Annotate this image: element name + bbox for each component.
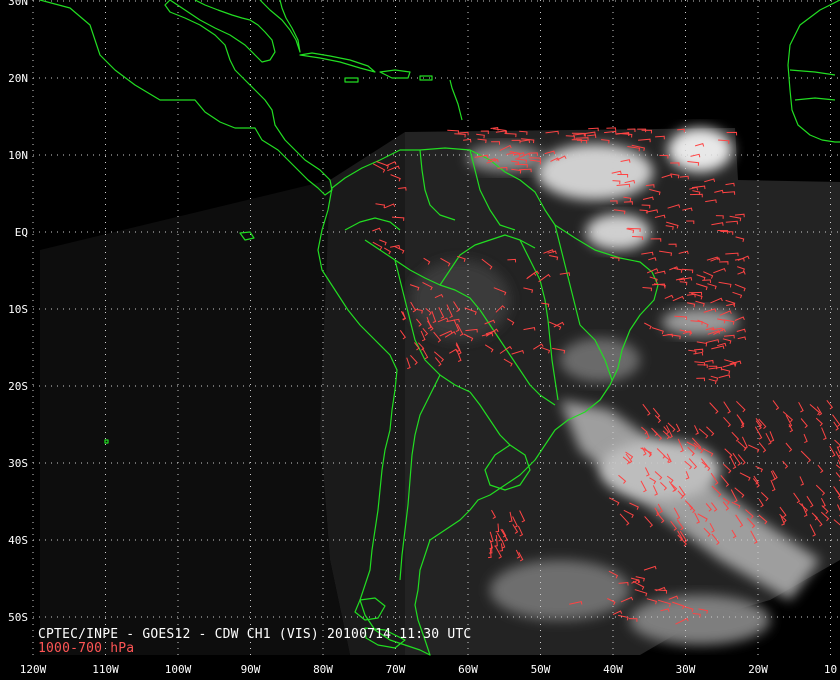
longitude-label: 90W <box>241 663 261 676</box>
jamaica-outline <box>344 77 359 83</box>
cloud-cluster <box>490 560 630 620</box>
longitude-label: 80W <box>313 663 333 676</box>
latitude-label: 10N <box>8 149 28 162</box>
longitude-label: 120W <box>20 663 47 676</box>
satellite-map: 30N 20N 10N EQ 10S 20S 30S 40S 50S 120W 110W 100W 9… <box>8 0 840 676</box>
longitude-labels: 120W 110W 100W 90W 80W 70W 60W 50W 40W 30W 20W 10 <box>20 663 837 676</box>
longitude-label: 10 <box>824 663 837 676</box>
longitude-label: 20W <box>748 663 768 676</box>
country-border <box>789 69 836 76</box>
cuba-outline <box>299 52 376 73</box>
latitude-labels: 30N 20N 10N EQ 10S 20S 30S 40S 50S <box>8 0 28 624</box>
longitude-label: 30W <box>676 663 696 676</box>
cloud-cluster <box>586 214 650 250</box>
caption-title: CPTEC/INPE - GOES12 - CDW CH1 (VIS) 2010… <box>38 627 472 642</box>
cloud-cluster <box>668 128 732 172</box>
latitude-label: 20N <box>8 72 28 85</box>
satellite-imagery <box>40 128 840 655</box>
latitude-label: 40S <box>8 534 28 547</box>
longitude-label: 50W <box>531 663 551 676</box>
longitude-label: 70W <box>386 663 406 676</box>
puerto-rico-outline <box>419 75 433 81</box>
hispaniola-outline <box>379 69 411 79</box>
longitude-label: 100W <box>165 663 192 676</box>
latitude-label: 30N <box>8 0 28 8</box>
latitude-label: 10S <box>8 303 28 316</box>
latitude-label: EQ <box>15 226 28 239</box>
latitude-label: 50S <box>8 611 28 624</box>
latitude-label: 30S <box>8 457 28 470</box>
florida-coastline <box>259 0 301 53</box>
longitude-label: 110W <box>92 663 119 676</box>
longitude-label: 40W <box>603 663 623 676</box>
country-border <box>794 97 836 101</box>
north-america-coastline <box>39 0 333 196</box>
satellite-map-view: 30N 20N 10N EQ 10S 20S 30S 40S 50S 120W 110W 100W 9… <box>0 0 840 680</box>
cloud-cluster <box>560 338 640 382</box>
cloud-cluster <box>600 440 720 500</box>
latitude-label: 20S <box>8 380 28 393</box>
longitude-label: 60W <box>458 663 478 676</box>
cloud-cluster <box>630 595 770 645</box>
caption-pressure-level: 1000-700 hPa <box>38 641 135 656</box>
gulf-coastline <box>169 0 276 63</box>
antilles-islands <box>449 79 463 121</box>
